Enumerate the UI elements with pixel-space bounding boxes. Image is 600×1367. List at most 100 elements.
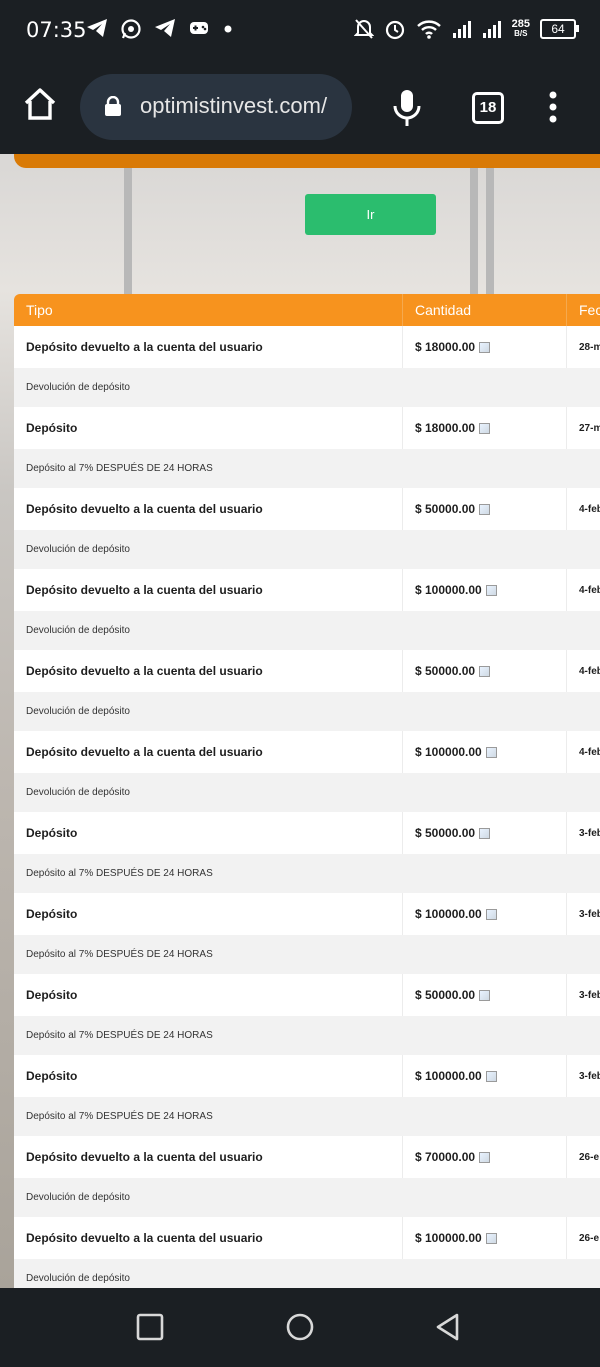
table-row: Depósito $ 50000.00 3-feb xyxy=(14,812,600,854)
cell-cantidad: $ 70000.00 xyxy=(403,1136,567,1178)
cell-cantidad: $ 100000.00 xyxy=(403,893,567,935)
home-circle-icon[interactable] xyxy=(285,1312,315,1342)
system-icons: 285 B/S 64 xyxy=(353,18,579,40)
signal-icon xyxy=(452,21,471,38)
browser-toolbar: optimistinvest.com/ 18 xyxy=(0,62,600,154)
cell-fecha: 3-feb xyxy=(567,812,600,854)
row-description: Depósito al 7% DESPUÉS DE 24 HORAS xyxy=(14,1097,600,1136)
table-row: Depósito $ 18000.00 27-m xyxy=(14,407,600,449)
row-description: Devolución de depósito xyxy=(14,1178,600,1217)
cell-fecha: 26-e xyxy=(567,1136,600,1178)
broken-image-icon xyxy=(479,665,491,677)
table-row: Depósito $ 100000.00 3-feb xyxy=(14,893,600,935)
tab-switcher-button[interactable]: 18 xyxy=(472,92,504,124)
amount-text: $ 100000.00 xyxy=(415,745,482,759)
cell-fecha: 3-feb xyxy=(567,893,600,935)
table-row: Depósito $ 100000.00 3-feb xyxy=(14,1055,600,1097)
cell-tipo: Depósito devuelto a la cuenta del usuari… xyxy=(14,488,403,530)
alarm-icon xyxy=(385,20,404,40)
back-triangle-icon[interactable] xyxy=(433,1312,463,1342)
orange-banner xyxy=(14,154,600,168)
table-row: Depósito devuelto a la cuenta del usuari… xyxy=(14,1136,600,1178)
cell-fecha: 4-feb xyxy=(567,650,600,692)
cell-tipo: Depósito xyxy=(14,1055,403,1097)
transactions-table: Tipo Cantidad Fec Depósito devuelto a la… xyxy=(14,294,600,1288)
dot-icon xyxy=(224,25,232,33)
row-description: Depósito al 7% DESPUÉS DE 24 HORAS xyxy=(14,935,600,974)
cell-tipo: Depósito devuelto a la cuenta del usuari… xyxy=(14,650,403,692)
cell-cantidad: $ 100000.00 xyxy=(403,1055,567,1097)
header-fecha[interactable]: Fec xyxy=(567,294,600,326)
network-speed-value: 285 xyxy=(511,18,530,30)
row-description: Depósito al 7% DESPUÉS DE 24 HORAS xyxy=(14,854,600,893)
broken-image-icon xyxy=(485,1070,497,1082)
whatsapp-icon xyxy=(121,19,141,39)
cell-tipo: Depósito devuelto a la cuenta del usuari… xyxy=(14,731,403,773)
header-cantidad[interactable]: Cantidad xyxy=(403,294,567,326)
cell-fecha: 4-feb xyxy=(567,731,600,773)
signal-icon xyxy=(482,21,501,38)
network-speed-unit: B/S xyxy=(514,29,528,38)
status-time: 07:35 xyxy=(26,18,87,42)
cell-tipo: Depósito xyxy=(14,893,403,935)
table-body: Depósito devuelto a la cuenta del usuari… xyxy=(14,326,600,1288)
background-pole xyxy=(486,154,494,294)
broken-image-icon xyxy=(485,584,497,596)
cell-cantidad: $ 100000.00 xyxy=(403,1217,567,1259)
cell-cantidad: $ 50000.00 xyxy=(403,974,567,1016)
broken-image-icon xyxy=(485,1232,497,1244)
cell-cantidad: $ 18000.00 xyxy=(403,407,567,449)
telegram-icon xyxy=(155,19,175,37)
cell-cantidad: $ 18000.00 xyxy=(403,326,567,368)
cell-fecha: 4-feb xyxy=(567,488,600,530)
status-bar: 07:35 285 B/S 64 xyxy=(0,0,600,62)
cell-tipo: Depósito devuelto a la cuenta del usuari… xyxy=(14,569,403,611)
background-pole xyxy=(124,154,132,294)
broken-image-icon xyxy=(479,341,491,353)
amount-text: $ 100000.00 xyxy=(415,1069,482,1083)
cell-tipo: Depósito xyxy=(14,974,403,1016)
telegram-icon xyxy=(87,19,107,37)
cell-fecha: 26-e xyxy=(567,1217,600,1259)
broken-image-icon xyxy=(479,422,491,434)
mute-bell-icon xyxy=(353,19,374,39)
amount-text: $ 50000.00 xyxy=(415,826,476,840)
cell-cantidad: $ 100000.00 xyxy=(403,731,567,773)
home-icon[interactable] xyxy=(22,86,58,122)
recents-square-icon[interactable] xyxy=(135,1312,165,1342)
cell-tipo: Depósito xyxy=(14,812,403,854)
cell-cantidad: $ 50000.00 xyxy=(403,650,567,692)
cell-cantidad: $ 50000.00 xyxy=(403,812,567,854)
more-menu-icon[interactable] xyxy=(548,90,558,124)
cell-fecha: 27-m xyxy=(567,407,600,449)
amount-text: $ 50000.00 xyxy=(415,664,476,678)
ir-button[interactable]: Ir xyxy=(305,194,436,235)
row-description: Depósito al 7% DESPUÉS DE 24 HORAS xyxy=(14,449,600,488)
table-row: Depósito $ 50000.00 3-feb xyxy=(14,974,600,1016)
cell-cantidad: $ 100000.00 xyxy=(403,569,567,611)
table-row: Depósito devuelto a la cuenta del usuari… xyxy=(14,326,600,368)
table-header: Tipo Cantidad Fec xyxy=(14,294,600,326)
table-row: Depósito devuelto a la cuenta del usuari… xyxy=(14,650,600,692)
amount-text: $ 100000.00 xyxy=(415,583,482,597)
amount-text: $ 100000.00 xyxy=(415,907,482,921)
table-row: Depósito devuelto a la cuenta del usuari… xyxy=(14,1217,600,1259)
cell-fecha: 28-m xyxy=(567,326,600,368)
broken-image-icon xyxy=(485,908,497,920)
battery-level: 64 xyxy=(551,22,565,36)
amount-text: $ 70000.00 xyxy=(415,1150,476,1164)
header-tipo[interactable]: Tipo xyxy=(14,294,403,326)
cell-tipo: Depósito devuelto a la cuenta del usuari… xyxy=(14,1136,403,1178)
broken-image-icon xyxy=(479,1151,491,1163)
cell-fecha: 4-feb xyxy=(567,569,600,611)
broken-image-icon xyxy=(479,989,491,1001)
microphone-icon[interactable] xyxy=(390,88,424,128)
broken-image-icon xyxy=(479,827,491,839)
cell-cantidad: $ 50000.00 xyxy=(403,488,567,530)
row-description: Devolución de depósito xyxy=(14,611,600,650)
address-bar[interactable]: optimistinvest.com/ xyxy=(80,74,352,140)
table-row: Depósito devuelto a la cuenta del usuari… xyxy=(14,488,600,530)
amount-text: $ 18000.00 xyxy=(415,421,476,435)
web-page: Ir Tipo Cantidad Fec Depósito devuelto a… xyxy=(0,154,600,1288)
navigation-bar xyxy=(0,1288,600,1367)
